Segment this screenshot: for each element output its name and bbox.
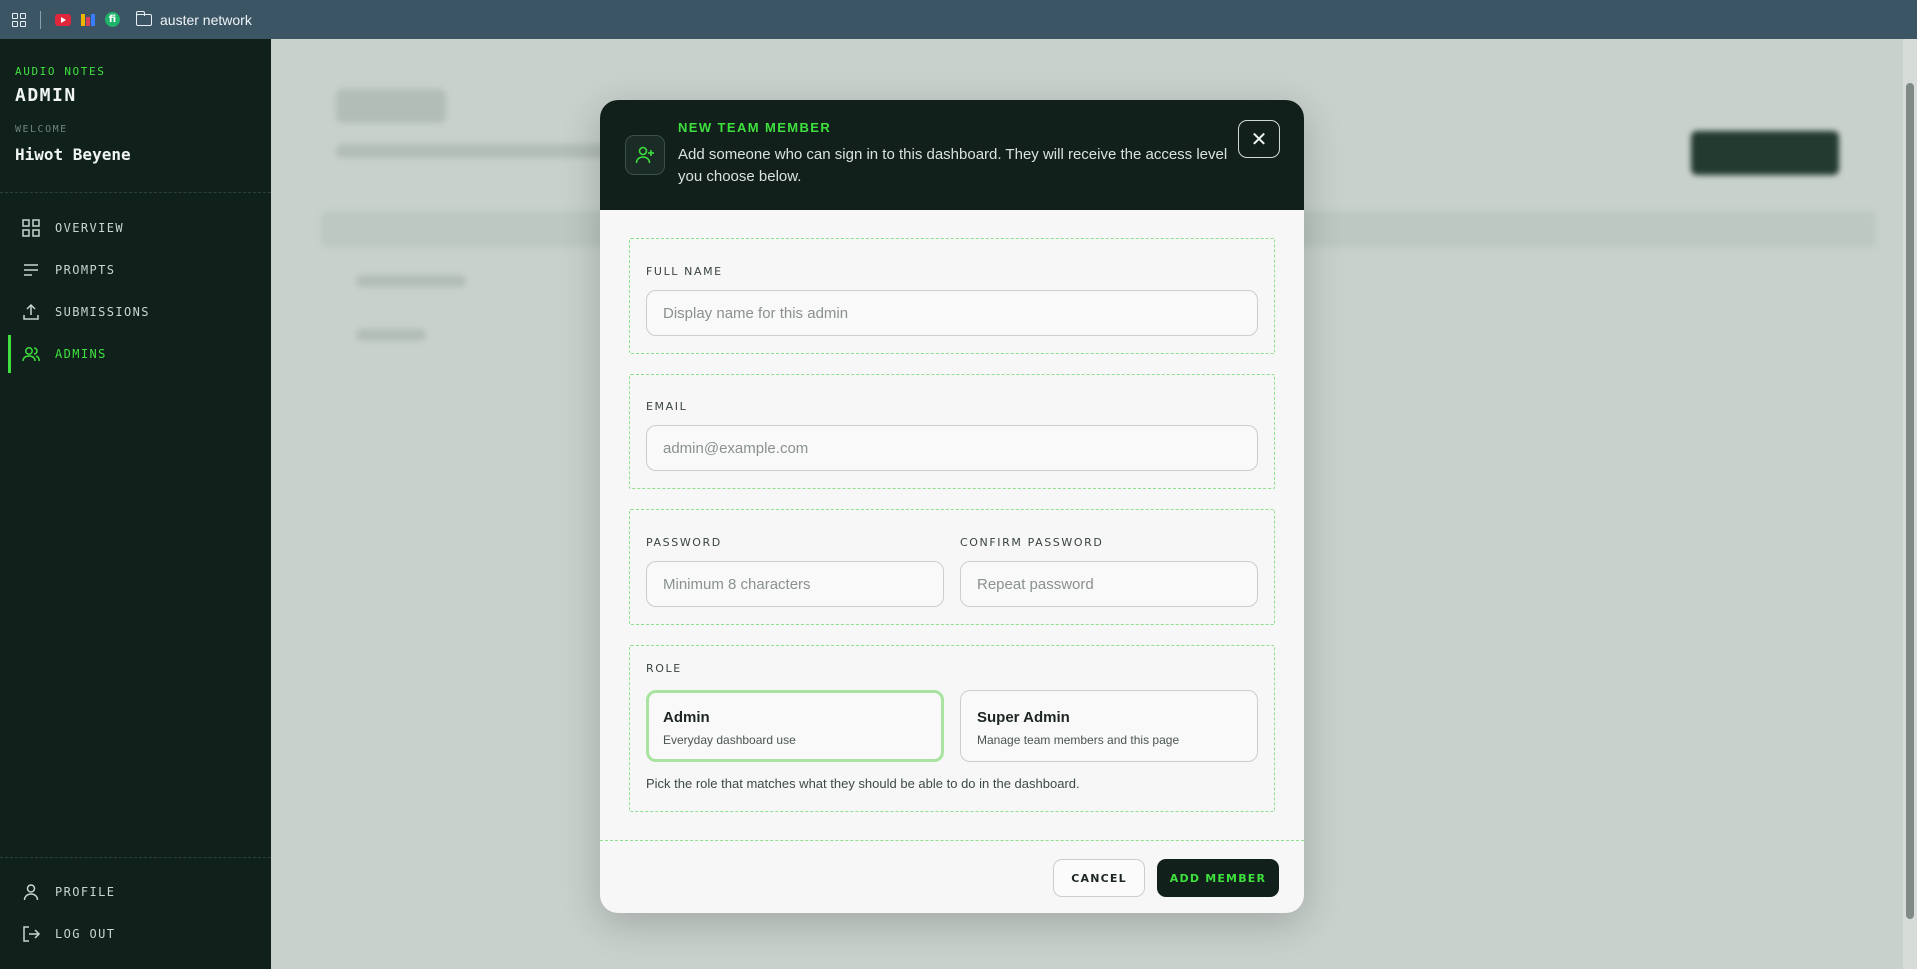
sidebar-item-admins[interactable]: ADMINS — [8, 335, 263, 373]
folder-icon — [135, 10, 152, 26]
page-scrollbar[interactable] — [1903, 39, 1917, 969]
sidebar-item-label: PROMPTS — [55, 263, 116, 277]
password-input[interactable]: Minimum 8 characters — [646, 561, 944, 607]
logout-icon — [23, 926, 41, 942]
full-name-section: FULL NAME Display name for this admin — [629, 238, 1275, 354]
cancel-button[interactable]: CANCEL — [1053, 859, 1145, 897]
upload-icon — [23, 303, 39, 320]
password-label: PASSWORD — [646, 536, 722, 549]
sidebar-divider — [0, 192, 271, 193]
sidebar-item-logout[interactable]: LOG OUT — [8, 915, 263, 953]
sidebar-item-prompts[interactable]: PROMPTS — [8, 251, 263, 289]
bookmarks-bar: fi auster network — [0, 0, 1917, 39]
sidebar-item-overview[interactable]: OVERVIEW — [8, 209, 263, 247]
role-label: ROLE — [646, 662, 682, 675]
scrollbar-thumb[interactable] — [1906, 83, 1914, 919]
user-icon — [23, 884, 39, 901]
email-input[interactable]: admin@example.com — [646, 425, 1258, 471]
password-section: PASSWORD Minimum 8 characters CONFIRM PA… — [629, 509, 1275, 625]
lines-icon — [24, 264, 38, 276]
background-button — [1691, 131, 1839, 175]
role-option-description: Everyday dashboard use — [663, 733, 796, 747]
welcome-label: WELCOME — [15, 124, 68, 135]
youtube-bookmark[interactable] — [55, 13, 71, 26]
green-bookmark[interactable]: fi — [105, 12, 120, 27]
role-option-admin[interactable]: Admin Everyday dashboard use — [646, 690, 944, 762]
modal-title: NEW TEAM MEMBER — [678, 120, 832, 135]
sidebar-item-submissions[interactable]: SUBMISSIONS — [8, 293, 263, 331]
background-row — [356, 275, 466, 287]
sidebar-item-label: OVERVIEW — [55, 221, 124, 235]
role-option-super-admin[interactable]: Super Admin Manage team members and this… — [960, 690, 1258, 762]
full-name-input[interactable]: Display name for this admin — [646, 290, 1258, 336]
sidebar-item-profile[interactable]: PROFILE — [8, 873, 263, 911]
apps-grid-icon[interactable] — [12, 12, 26, 27]
email-label: EMAIL — [646, 400, 688, 413]
close-button[interactable]: ✕ — [1238, 120, 1280, 158]
new-member-modal: NEW TEAM MEMBER Add someone who can sign… — [600, 100, 1304, 913]
sidebar-item-label: ADMINS — [55, 347, 107, 361]
bookmark-separator — [40, 10, 41, 29]
confirm-password-label: CONFIRM PASSWORD — [960, 536, 1104, 549]
email-section: EMAIL admin@example.com — [629, 374, 1275, 489]
folder-bookmark-label: auster network — [160, 11, 252, 28]
app-subtitle: AUDIO NOTES — [15, 65, 106, 78]
close-icon: ✕ — [1250, 128, 1268, 151]
sidebar: AUDIO NOTES ADMIN WELCOME Hiwot Beyene O… — [0, 39, 271, 969]
role-option-title: Super Admin — [977, 709, 1070, 726]
sidebar-divider — [0, 857, 271, 858]
background-heading — [336, 89, 446, 123]
footer-divider — [600, 840, 1304, 841]
modal-description: Add someone who can sign in to this dash… — [678, 146, 1228, 185]
user-name: Hiwot Beyene — [15, 145, 131, 164]
youtube-icon — [55, 13, 71, 26]
sidebar-item-label: PROFILE — [55, 885, 116, 899]
folder-bookmark[interactable]: auster network — [130, 10, 252, 28]
miro-icon — [81, 13, 95, 26]
sidebar-item-label: LOG OUT — [55, 927, 116, 941]
role-option-description: Manage team members and this page — [977, 733, 1180, 747]
role-section: ROLE Admin Everyday dashboard use Super … — [629, 645, 1275, 812]
role-hint: Pick the role that matches what they sho… — [646, 776, 1080, 791]
background-row — [356, 329, 426, 341]
add-user-icon — [625, 135, 665, 175]
users-icon — [22, 347, 40, 362]
green-circle-icon: fi — [105, 12, 120, 27]
grid-icon — [22, 219, 40, 237]
app-title: ADMIN — [15, 85, 77, 106]
miro-bookmark[interactable] — [81, 13, 95, 26]
full-name-label: FULL NAME — [646, 265, 723, 278]
add-member-button[interactable]: ADD MEMBER — [1157, 859, 1279, 897]
sidebar-item-label: SUBMISSIONS — [55, 305, 150, 319]
confirm-password-input[interactable]: Repeat password — [960, 561, 1258, 607]
modal-header: NEW TEAM MEMBER Add someone who can sign… — [600, 100, 1304, 210]
role-option-title: Admin — [663, 709, 710, 726]
